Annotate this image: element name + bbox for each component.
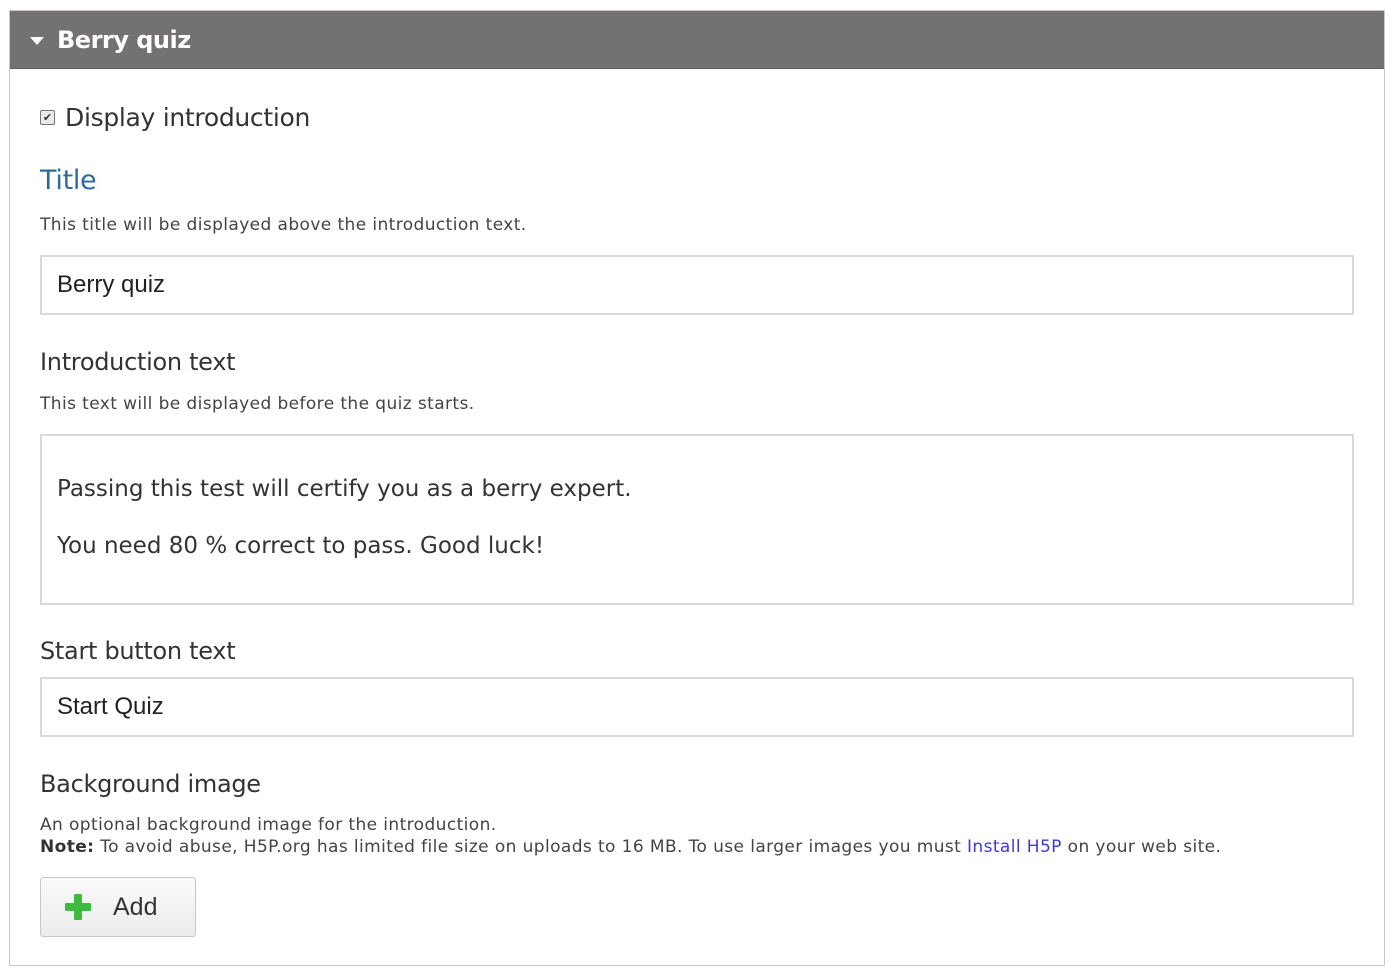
background-image-note: Note: To avoid abuse, H5P.org has limite… <box>40 837 1221 857</box>
note-text-after: on your web site. <box>1061 837 1222 857</box>
title-input[interactable]: Berry quiz <box>40 255 1354 315</box>
background-image-description: An optional background image for the int… <box>40 815 497 835</box>
add-image-button[interactable]: Add <box>40 877 196 937</box>
install-h5p-link[interactable]: Install H5P <box>967 837 1062 857</box>
background-image-label: Background image <box>40 770 261 798</box>
display-introduction-label: Display introduction <box>65 103 311 132</box>
display-introduction-checkbox[interactable]: ✔ <box>40 110 55 125</box>
title-field-label: Title <box>40 165 97 196</box>
display-introduction-toggle[interactable]: ✔ Display introduction <box>40 103 310 132</box>
introduction-paragraph-2: You need 80 % correct to pass. Good luck… <box>57 533 545 559</box>
start-button-text-label: Start button text <box>40 637 236 665</box>
introduction-text-description: This text will be displayed before the q… <box>40 394 475 414</box>
start-button-text-input[interactable]: Start Quiz <box>40 677 1354 737</box>
title-field-description: This title will be displayed above the i… <box>40 215 527 235</box>
introduction-text-label: Introduction text <box>40 348 236 376</box>
note-text-before: To avoid abuse, H5P.org has limited file… <box>94 837 967 857</box>
berry-quiz-panel: Berry quiz ✔ Display introduction Title … <box>9 10 1385 966</box>
plus-icon <box>65 894 91 920</box>
note-label: Note: <box>40 837 95 857</box>
caret-down-icon[interactable] <box>30 36 44 45</box>
introduction-paragraph-1: Passing this test will certify you as a … <box>57 476 632 502</box>
add-button-label: Add <box>113 892 158 921</box>
section-header[interactable]: Berry quiz <box>10 11 1384 69</box>
section-title: Berry quiz <box>57 25 191 54</box>
introduction-text-editor[interactable]: Passing this test will certify you as a … <box>40 434 1354 605</box>
